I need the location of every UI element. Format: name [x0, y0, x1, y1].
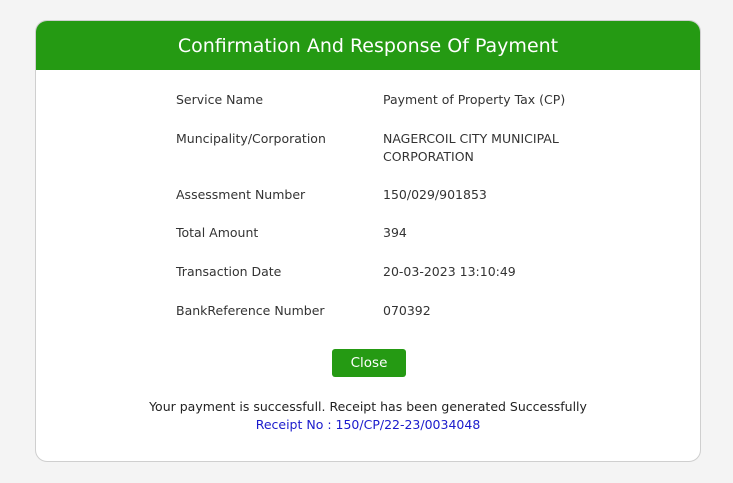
transaction-date-value: 20-03-2023 13:10:49 [383, 264, 516, 279]
page-title: Confirmation And Response Of Payment [177, 34, 559, 57]
close-button[interactable]: Close [332, 349, 406, 377]
bank-reference-value: 070392 [383, 303, 431, 318]
assessment-number-value: 150/029/901853 [383, 187, 487, 202]
total-amount-value: 394 [383, 225, 407, 240]
card-header: Confirmation And Response Of Payment [36, 21, 700, 70]
bank-reference-label: BankReference Number [176, 303, 325, 318]
payment-confirmation-card: Confirmation And Response Of Payment Ser… [35, 20, 701, 462]
success-message: Your payment is successfull. Receipt has… [149, 399, 587, 414]
municipality-value: NAGERCOIL CITY MUNICIPAL CORPORATION [383, 130, 593, 166]
municipality-value-line1: NAGERCOIL CITY MUNICIPAL [383, 131, 559, 146]
assessment-number-label: Assessment Number [176, 187, 306, 202]
municipality-value-line2: CORPORATION [383, 149, 474, 164]
total-amount-label: Total Amount [176, 225, 259, 240]
municipality-label: Muncipality/Corporation [176, 131, 326, 146]
service-name-label: Service Name [176, 92, 264, 107]
service-name-value: Payment of Property Tax (CP) [383, 92, 566, 107]
receipt-number: Receipt No : 150/CP/22-23/0034048 [255, 417, 481, 432]
transaction-date-label: Transaction Date [176, 264, 282, 279]
